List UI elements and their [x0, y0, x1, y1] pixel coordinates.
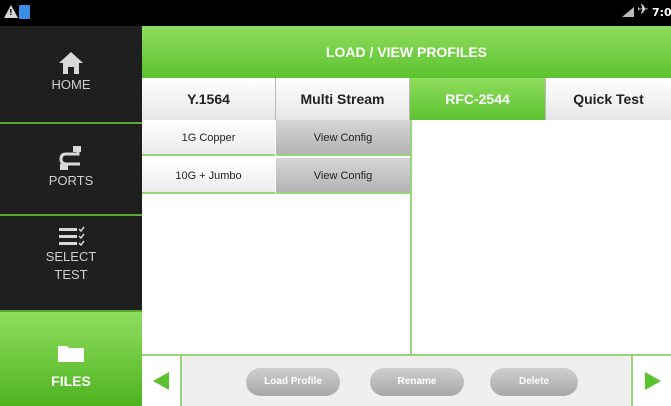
ports-icon — [59, 146, 81, 170]
page-title: LOAD / VIEW PROFILES — [142, 26, 671, 78]
rename-button[interactable]: Rename — [370, 368, 464, 396]
list-item: 1G Copper View Config — [142, 120, 410, 156]
delete-button[interactable]: Delete — [490, 368, 578, 396]
next-button[interactable] — [631, 356, 671, 406]
select-test-icon — [59, 226, 85, 247]
warning-icon: ! — [4, 5, 18, 18]
sidebar-item-label: HOME — [51, 77, 91, 92]
view-config-button[interactable]: View Config — [276, 158, 410, 194]
airplane-icon: ✈ — [637, 2, 649, 18]
status-bar: ! ✈ 7:0 — [0, 0, 671, 26]
list-item: 10G + Jumbo View Config — [142, 158, 410, 194]
sidebar-item-label: PORTS — [48, 173, 94, 188]
sidebar-item-ports[interactable]: PORTS — [0, 124, 142, 216]
tab-multi-stream[interactable]: Multi Stream — [276, 78, 410, 120]
profile-name[interactable]: 1G Copper — [142, 120, 275, 156]
tab-quick-test[interactable]: Quick Test — [546, 78, 671, 120]
tab-rfc2544[interactable]: RFC-2544 — [410, 78, 546, 120]
signal-icon — [622, 7, 634, 17]
sidebar-item-label: SELECT TEST — [45, 249, 97, 282]
sidebar: HOME PORTS SELECT TEST FILES — [0, 26, 142, 406]
sidebar-item-label: FILES — [51, 373, 91, 389]
sidebar-item-files[interactable]: FILES — [0, 312, 142, 406]
previous-button[interactable] — [142, 356, 182, 406]
tab-bar: Y.1564 Multi Stream RFC-2544 Quick Test — [142, 78, 671, 120]
view-config-button[interactable]: View Config — [276, 120, 410, 156]
panel-divider — [410, 120, 412, 354]
sidebar-item-home[interactable]: HOME — [0, 26, 142, 124]
sidebar-item-select-test[interactable]: SELECT TEST — [0, 216, 142, 312]
home-icon — [59, 52, 83, 74]
load-profile-button[interactable]: Load Profile — [246, 368, 340, 396]
tab-y1564[interactable]: Y.1564 — [142, 78, 276, 120]
profile-name[interactable]: 10G + Jumbo — [142, 158, 275, 194]
profile-list-panel: 1G Copper View Config 10G + Jumbo View C… — [142, 120, 671, 354]
arrow-left-icon — [153, 372, 169, 390]
sd-card-icon — [19, 5, 30, 19]
action-bar: Load Profile Rename Delete — [142, 354, 671, 406]
status-time: 7:0 — [652, 6, 671, 19]
folder-icon — [58, 346, 84, 362]
arrow-right-icon — [645, 372, 661, 390]
